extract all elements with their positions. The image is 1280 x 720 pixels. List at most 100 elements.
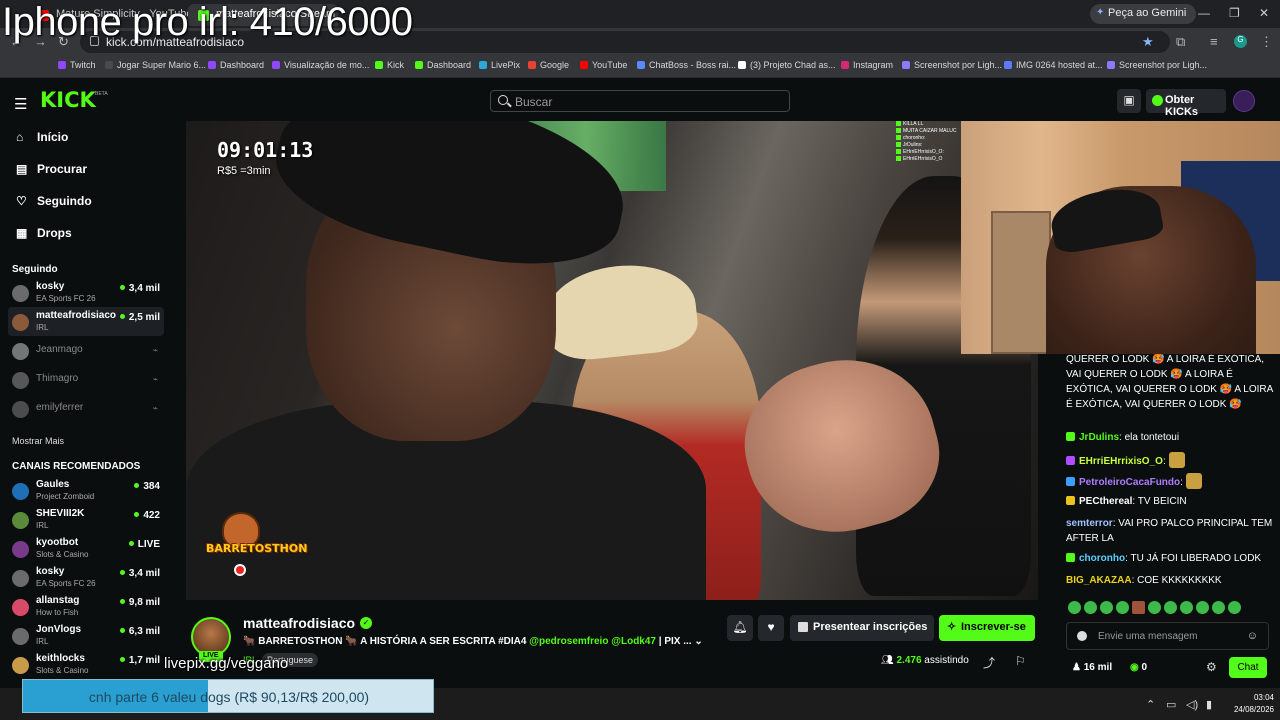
taskbar-clock-date[interactable]: 24/08/2026 bbox=[1228, 705, 1274, 714]
chat-username[interactable]: PetroleiroCacaFundo bbox=[1079, 477, 1180, 488]
emote-icon[interactable] bbox=[1164, 601, 1177, 614]
theater-mode-button[interactable]: ▣ bbox=[1117, 89, 1141, 113]
chat-kicks-count[interactable]: ◉ 0 bbox=[1130, 662, 1147, 673]
volume-icon[interactable]: ◁) bbox=[1186, 698, 1198, 711]
emote-icon[interactable] bbox=[1148, 601, 1161, 614]
bookmark-item[interactable]: Screenshot por Ligh... bbox=[902, 60, 1002, 70]
profile-avatar-icon[interactable]: G bbox=[1234, 35, 1247, 48]
search-input[interactable]: Buscar bbox=[490, 90, 790, 112]
show-more-link[interactable]: Mostrar Mais bbox=[12, 436, 64, 446]
bookmark-item[interactable]: Visualização de mo... bbox=[272, 60, 369, 70]
emote-icon[interactable] bbox=[1228, 601, 1241, 614]
streamer-name[interactable]: matteafrodisiaco bbox=[243, 615, 355, 631]
bookmark-item[interactable]: Kick bbox=[375, 60, 404, 70]
share-icon[interactable]: ⤴ bbox=[983, 654, 995, 671]
nav-following[interactable]: ♡ Seguindo bbox=[16, 194, 92, 208]
chat-send-button[interactable]: Chat bbox=[1229, 657, 1267, 678]
emote-icon[interactable] bbox=[1212, 601, 1225, 614]
emote-icon[interactable] bbox=[1068, 601, 1081, 614]
channel-item-gaules[interactable]: Gaules Project Zomboid 384 bbox=[8, 476, 164, 505]
overlay-chat-line: MUITA CAIZAR MALUC bbox=[896, 128, 964, 135]
kick-logo[interactable]: KICK bbox=[40, 88, 96, 112]
channel-item-matteafrodisiaco[interactable]: matteafrodisiaco IRL 2,5 mil bbox=[8, 307, 164, 336]
bookmark-item[interactable]: LivePix bbox=[479, 60, 520, 70]
subscribe-button[interactable]: Inscrever-se bbox=[939, 615, 1035, 641]
channel-item-kosky[interactable]: kosky EA Sports FC 26 3,4 mil bbox=[8, 278, 164, 307]
bookmark-item[interactable]: Screenshot por Ligh... bbox=[1107, 60, 1207, 70]
bookmark-item[interactable]: (3) Projeto Chad as... bbox=[738, 60, 836, 70]
clip-icon[interactable]: ⚐ bbox=[1015, 654, 1026, 668]
emote-icon[interactable] bbox=[1084, 601, 1097, 614]
nav-browse[interactable]: ▤ Procurar bbox=[16, 162, 87, 176]
bookmark-item[interactable]: IMG 0264 hosted at... bbox=[1004, 60, 1103, 70]
emote-icon[interactable] bbox=[1116, 601, 1129, 614]
channel-item-emilyferrer[interactable]: emilyferrer ⌁ bbox=[8, 394, 164, 423]
channel-viewers: 3,4 mil bbox=[120, 568, 160, 579]
close-icon[interactable]: ✕ bbox=[1259, 6, 1269, 20]
bookmark-item[interactable]: Twitch bbox=[58, 60, 96, 70]
get-kicks-button[interactable]: Obter KICKs bbox=[1146, 89, 1226, 118]
extensions-icon[interactable]: ⧉ bbox=[1176, 34, 1185, 50]
taskbar-clock-time[interactable]: 03:04 bbox=[1246, 693, 1274, 702]
channel-item-kosky[interactable]: kosky EA Sports FC 26 3,4 mil bbox=[8, 563, 164, 592]
channel-item-keithlocks[interactable]: keithlocks Slots & Casino 1,7 mil bbox=[8, 650, 164, 679]
emote-icon[interactable] bbox=[1180, 601, 1193, 614]
notifications-bell-button[interactable]: 🔔︎ bbox=[727, 615, 753, 641]
chevron-down-icon[interactable]: ⌄ bbox=[694, 636, 702, 647]
chat-likes-count[interactable]: ♟ 16 mil bbox=[1072, 662, 1112, 673]
bookmark-item[interactable]: ChatBoss - Boss rai... bbox=[637, 60, 736, 70]
chat-username[interactable]: JrDulins bbox=[1079, 432, 1119, 443]
emote-icon[interactable] bbox=[1100, 601, 1113, 614]
channel-item-thimagro[interactable]: Thimagro ⌁ bbox=[8, 365, 164, 394]
chat-username[interactable]: EHrriEHrrixisO_O bbox=[1079, 456, 1163, 467]
emoji-picker-icon[interactable]: ☺ bbox=[1247, 630, 1258, 642]
chat-username[interactable]: PECthereal bbox=[1079, 496, 1132, 507]
gemini-button[interactable]: Peça ao Gemini bbox=[1090, 4, 1197, 24]
nav-home[interactable]: ⌂ Início bbox=[16, 130, 68, 144]
subscribe-label: Inscrever-se bbox=[961, 621, 1026, 633]
bookmark-label: Dashboard bbox=[427, 60, 472, 70]
chat-username[interactable]: semterror bbox=[1066, 518, 1113, 529]
bookmark-label: ChatBoss - Boss rai... bbox=[649, 60, 737, 70]
subathon-timer: 09:01:13 bbox=[217, 138, 314, 162]
emote-icon[interactable] bbox=[1196, 601, 1209, 614]
chat-message-input[interactable]: Envie uma mensagem ☺ bbox=[1066, 622, 1269, 650]
bookmark-item[interactable]: YouTube bbox=[580, 60, 627, 70]
media-icon[interactable]: ≡ bbox=[1210, 34, 1218, 49]
channel-item-allanstag[interactable]: allanstag How to Fish 9,8 mil bbox=[8, 592, 164, 621]
bookmark-favicon-icon bbox=[841, 61, 849, 69]
bookmark-item[interactable]: Jogar Super Mario 6... bbox=[105, 60, 206, 70]
channel-viewers: 9,8 mil bbox=[120, 597, 160, 608]
hamburger-menu-icon[interactable]: ☰ bbox=[14, 95, 27, 113]
chat-settings-gear-icon[interactable]: ⚙ bbox=[1206, 660, 1217, 674]
recommended-section-title: CANAIS RECOMENDADOS bbox=[12, 461, 141, 472]
follow-heart-button[interactable]: ♥ bbox=[758, 615, 784, 641]
network-icon[interactable]: ▭ bbox=[1166, 698, 1176, 711]
nav-drops[interactable]: ▦ Drops bbox=[16, 226, 72, 240]
gift-subs-button[interactable]: Presentear inscrições bbox=[790, 615, 934, 641]
channel-item-sheviii2k[interactable]: SHEVIII2K IRL 422 bbox=[8, 505, 164, 534]
user-avatar[interactable] bbox=[1233, 90, 1255, 112]
stream-title-mention[interactable]: @Lodk47 bbox=[611, 636, 656, 647]
emote-icon[interactable] bbox=[1132, 601, 1145, 614]
chat-username[interactable]: choronho bbox=[1079, 553, 1125, 564]
tray-chevron-up-icon[interactable]: ⌃ bbox=[1146, 698, 1155, 711]
bookmark-item[interactable]: Dashboard bbox=[415, 60, 471, 70]
channel-item-jonvlogs[interactable]: JonVlogs IRL 6,3 mil bbox=[8, 621, 164, 650]
bookmark-favicon-icon bbox=[1004, 61, 1012, 69]
bookmark-item[interactable]: Dashboard bbox=[208, 60, 264, 70]
bookmark-item[interactable]: Google bbox=[528, 60, 569, 70]
minimize-icon[interactable]: — bbox=[1198, 6, 1210, 20]
bookmark-star-icon[interactable]: ★ bbox=[1142, 34, 1154, 50]
channel-item-kyootbot[interactable]: kyootbot Slots & Casino LIVE bbox=[8, 534, 164, 563]
channel-avatar bbox=[12, 343, 29, 360]
stream-title-mention[interactable]: @pedrosemfreio bbox=[529, 636, 608, 647]
channel-item-jeanmago[interactable]: Jeanmago ⌁ bbox=[8, 336, 164, 365]
channel-avatar bbox=[12, 657, 29, 674]
battery-icon[interactable]: ▮ bbox=[1206, 698, 1212, 711]
video-player[interactable] bbox=[186, 121, 1038, 600]
menu-dots-icon[interactable]: ⋮ bbox=[1260, 34, 1273, 50]
maximize-icon[interactable]: ❐ bbox=[1229, 6, 1240, 20]
bookmark-item[interactable]: Instagram bbox=[841, 60, 893, 70]
chat-username[interactable]: BIG_AKAZAA bbox=[1066, 575, 1132, 586]
